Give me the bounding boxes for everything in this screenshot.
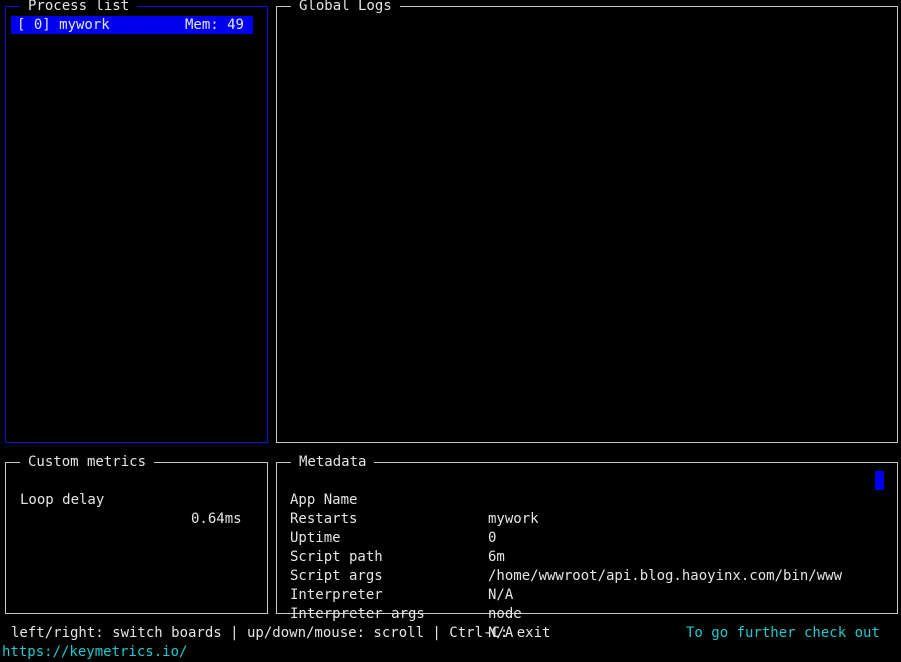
metadata-title: Metadata bbox=[291, 453, 375, 471]
metadata-value: node bbox=[488, 606, 522, 622]
metadata-scrollbar[interactable] bbox=[875, 471, 884, 490]
global-logs-panel[interactable]: Global Logs bbox=[276, 0, 898, 443]
process-name: [ 0] mywork bbox=[17, 17, 110, 33]
keymetrics-link[interactable]: https://keymetrics.io/ bbox=[2, 643, 187, 662]
metric-label: Loop delay bbox=[20, 492, 105, 508]
metadata-row: Uptime 6m bbox=[277, 510, 897, 565]
metadata-row: Script args N/A bbox=[277, 548, 897, 603]
process-list-title: Process list bbox=[20, 0, 138, 15]
custom-metrics-panel[interactable]: Custom metrics Loop delay 0.64ms bbox=[5, 453, 268, 614]
metadata-row: Restarts 0 bbox=[277, 491, 897, 546]
metric-value: 0.64ms bbox=[191, 511, 242, 527]
metadata-key: Interpreter args bbox=[290, 606, 425, 622]
global-logs-title: Global Logs bbox=[291, 0, 400, 15]
metadata-row: Script path /home/wwwroot/api.blog.haoyi… bbox=[277, 529, 897, 584]
help-text: left/right: switch boards | up/down/mous… bbox=[11, 625, 551, 641]
custom-metrics-title: Custom metrics bbox=[20, 453, 155, 471]
metric-row: Loop delay 0.64ms bbox=[6, 472, 267, 527]
process-list-item[interactable]: [ 0] mywork Mem: 49 bbox=[11, 16, 253, 34]
promo-text: To go further check out bbox=[686, 625, 880, 641]
metadata-row: Interpreter args N/A bbox=[277, 586, 897, 641]
process-mem: Mem: 49 bbox=[184, 17, 244, 33]
metadata-row: App Name mywork bbox=[277, 472, 897, 527]
metadata-row: Interpreter node bbox=[277, 567, 897, 622]
metadata-panel[interactable]: Metadata App Name mywork Restarts 0 Upti… bbox=[276, 453, 898, 641]
process-list-panel[interactable]: Process list [ 0] mywork Mem: 49 bbox=[5, 0, 268, 443]
